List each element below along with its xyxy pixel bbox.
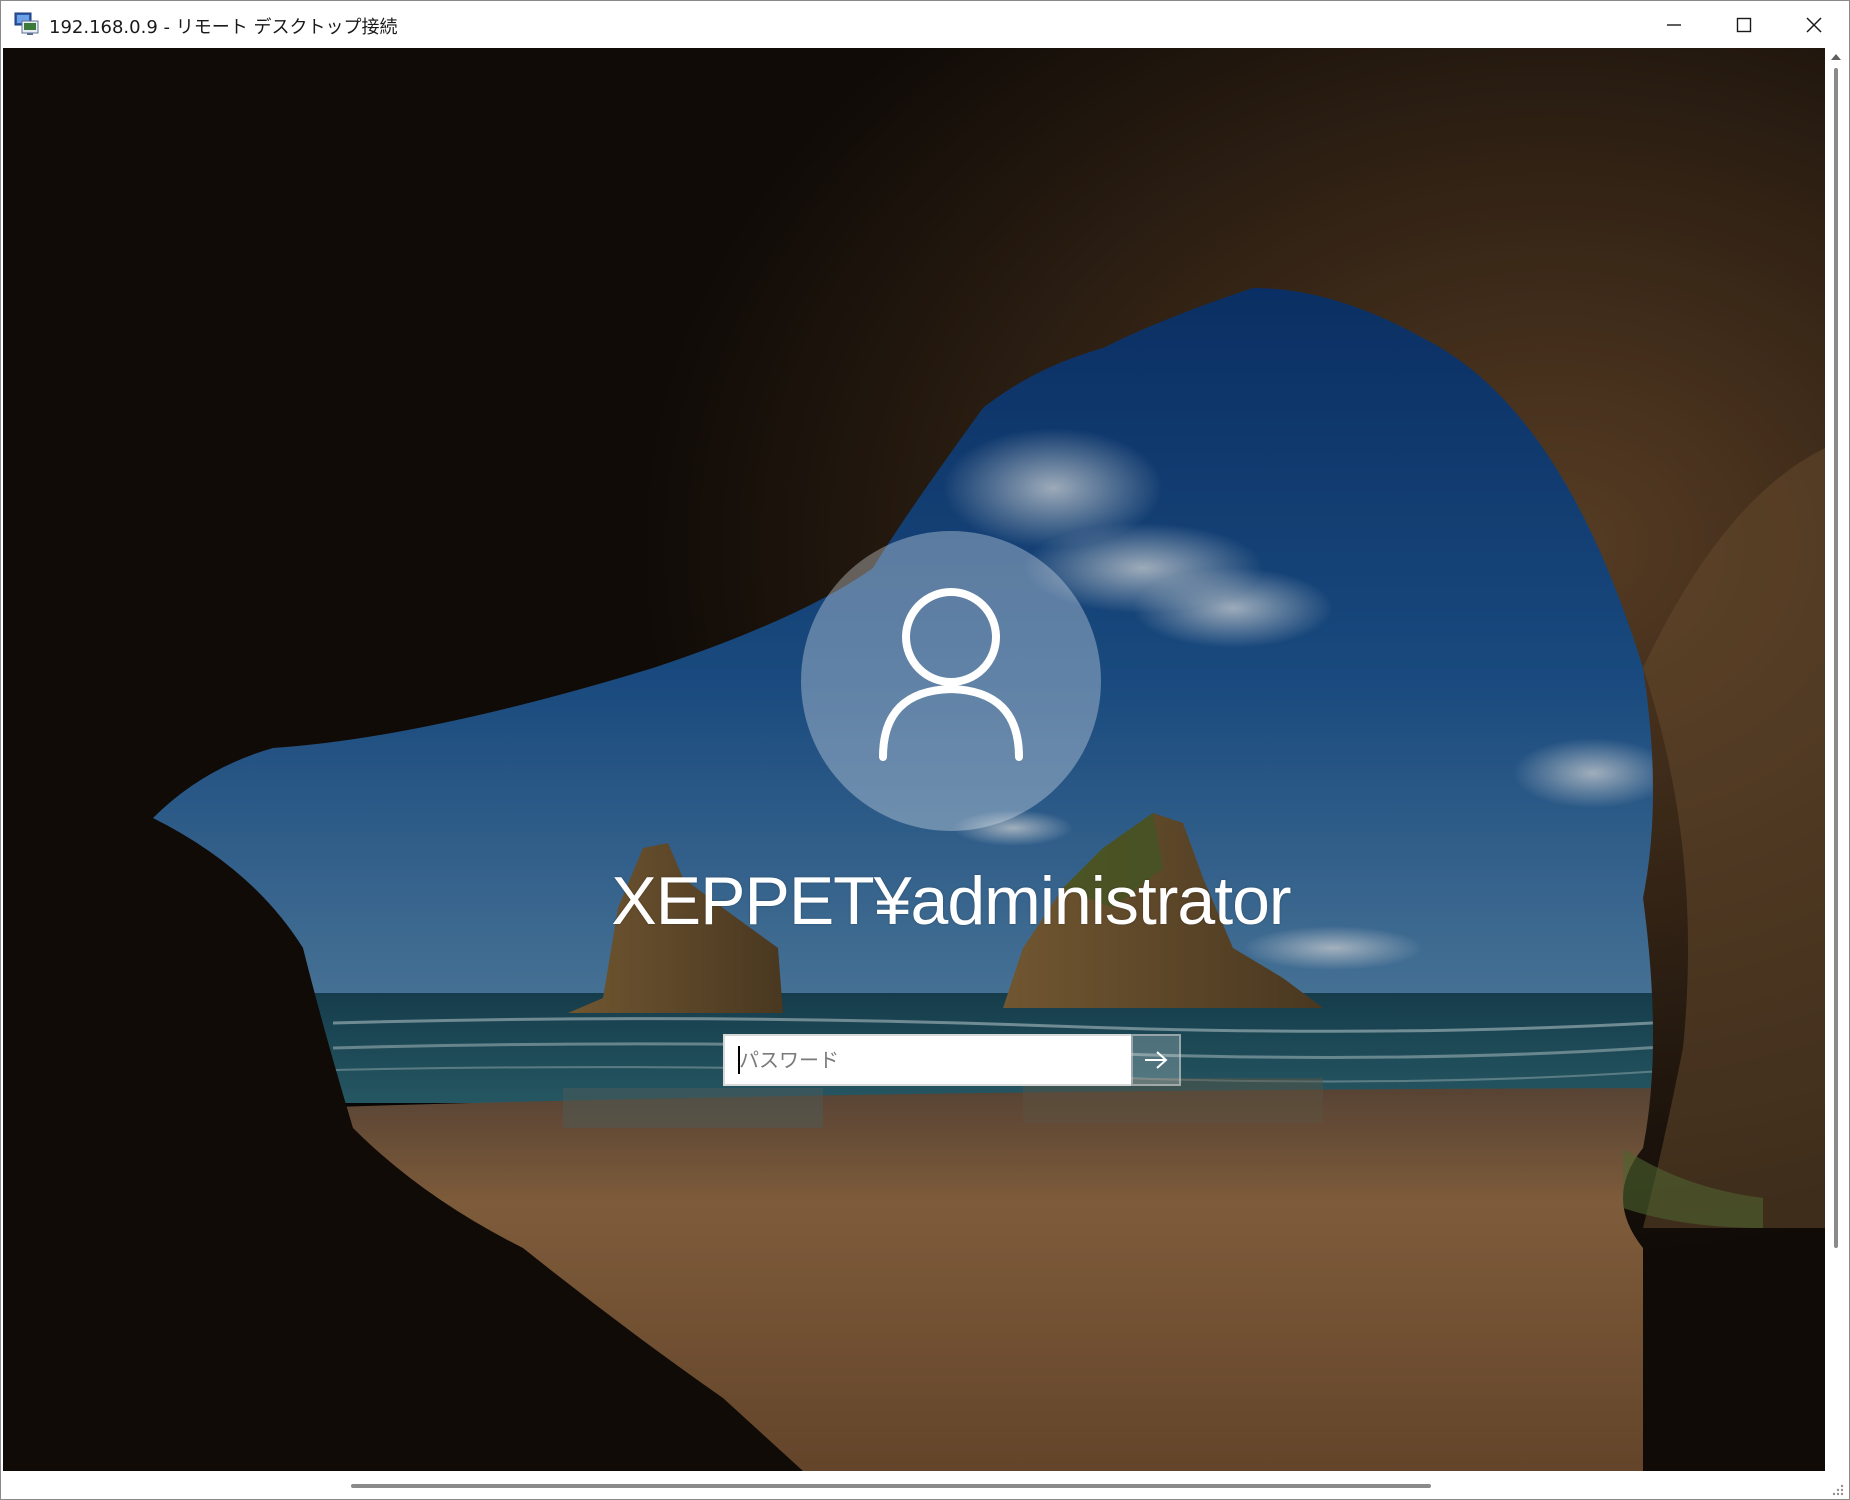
text-caret: [738, 1046, 740, 1074]
remote-desktop-view[interactable]: XEPPET¥administrator: [3, 48, 1825, 1471]
minimize-icon: [1667, 23, 1681, 26]
arrow-right-icon: [1145, 1051, 1168, 1069]
minimize-button[interactable]: [1639, 1, 1709, 48]
password-input[interactable]: [723, 1034, 1131, 1086]
vertical-scrollbar[interactable]: [1825, 48, 1849, 1471]
maximize-icon: [1736, 17, 1752, 32]
submit-button[interactable]: [1131, 1034, 1181, 1086]
maximize-button[interactable]: [1709, 1, 1779, 48]
window-title: 192.168.0.9 - リモート デスクトップ接続: [49, 17, 398, 38]
horizontal-scrollbar[interactable]: [1, 1471, 1849, 1499]
username-label: XEPPET¥administrator: [611, 863, 1291, 939]
title-bar[interactable]: 192.168.0.9 - リモート デスクトップ接続: [1, 1, 1849, 48]
password-group: [723, 1034, 1181, 1086]
remote-desktop-window: 192.168.0.9 - リモート デスクトップ接続 XEPPET¥admin…: [0, 0, 1850, 1500]
close-icon: [1806, 16, 1822, 33]
vertical-scroll-thumb[interactable]: [1834, 68, 1838, 1248]
horizontal-scroll-thumb[interactable]: [351, 1484, 1431, 1488]
user-avatar: [801, 531, 1101, 831]
user-avatar-icon: [879, 588, 1023, 761]
remote-desktop-icon: [14, 12, 39, 35]
resize-grip-icon[interactable]: [1829, 1481, 1845, 1497]
scroll-up-icon[interactable]: [1830, 52, 1842, 62]
close-button[interactable]: [1779, 1, 1849, 48]
